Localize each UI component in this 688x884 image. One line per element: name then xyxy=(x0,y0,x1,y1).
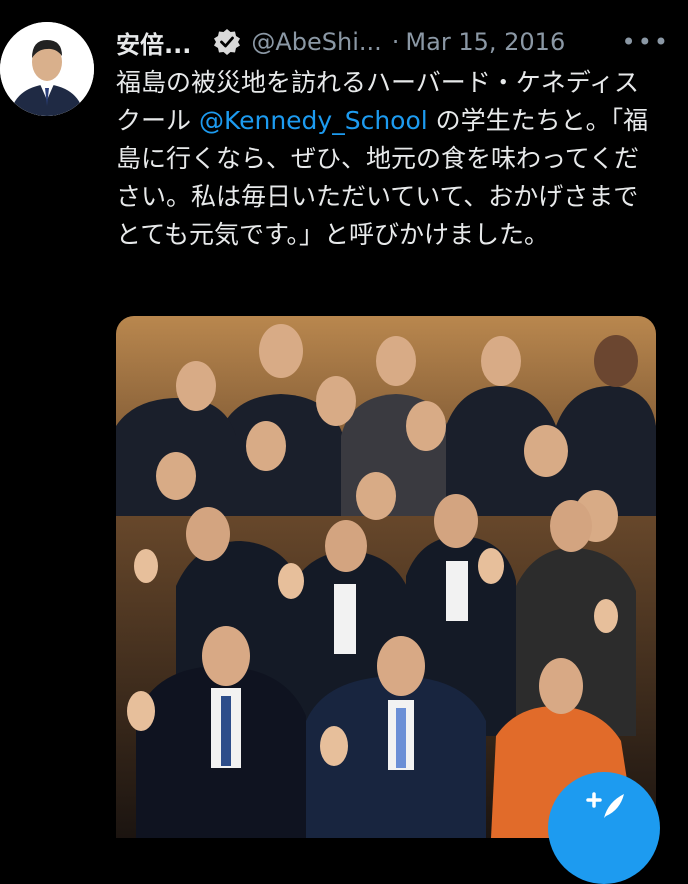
tweet-date[interactable]: Mar 15, 2016 xyxy=(405,28,565,56)
compose-tweet-button[interactable] xyxy=(548,772,660,884)
group-photo-image xyxy=(116,316,656,838)
tweet-text: 福島の被災地を訪れるハーバード・ケネディスクール @Kennedy_School… xyxy=(116,64,656,254)
mention-link[interactable]: @Kennedy_School xyxy=(199,106,428,135)
author-handle[interactable]: @AbeShi... xyxy=(251,28,381,56)
meta-separator: · xyxy=(391,28,400,56)
verified-badge-icon xyxy=(213,28,241,56)
author-avatar[interactable] xyxy=(0,22,94,116)
compose-tweet-icon xyxy=(574,772,634,836)
tweet-header: 安倍... @AbeShi... · Mar 15, 2016 ••• xyxy=(116,22,670,62)
avatar-image xyxy=(0,22,94,116)
tweet-photo[interactable] xyxy=(116,316,656,838)
author-name[interactable]: 安倍... xyxy=(116,25,191,60)
more-icon[interactable]: ••• xyxy=(622,28,670,56)
